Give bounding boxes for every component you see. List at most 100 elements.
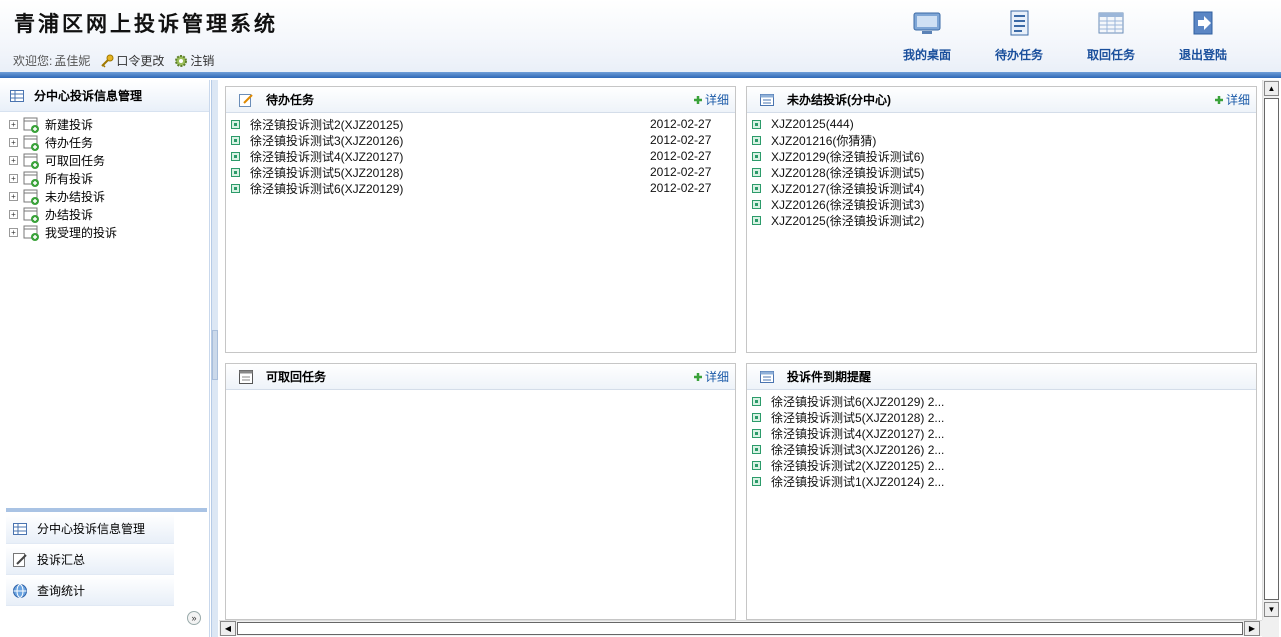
item-text: 徐泾镇投诉测试3(XJZ20126): [250, 133, 404, 148]
panel-due-reminders: 投诉件到期提醒 徐泾镇投诉测试6(XJZ20129) 2... 徐泾镇投诉测试5…: [746, 363, 1257, 620]
splitter-grip[interactable]: [212, 330, 218, 380]
tree-item-new-complaint[interactable]: + 新建投诉: [0, 115, 209, 133]
vertical-splitter[interactable]: [211, 80, 218, 637]
bullet-icon: [752, 428, 761, 438]
panel-list: 徐泾镇投诉测试6(XJZ20129) 2... 徐泾镇投诉测试5(XJZ2012…: [747, 390, 1256, 489]
item-text: XJZ20128(徐泾镇投诉测试5): [771, 165, 925, 180]
calendar-add-icon: [23, 189, 39, 205]
bullet-icon: [231, 151, 240, 161]
scroll-thumb[interactable]: [1264, 98, 1279, 600]
bullet-icon: [231, 167, 240, 177]
expand-icon[interactable]: +: [9, 173, 18, 183]
expand-icon[interactable]: +: [9, 191, 18, 201]
tree-item-retrievable-tasks[interactable]: + 可取回任务: [0, 151, 209, 169]
section-complaint-management[interactable]: 分中心投诉信息管理: [6, 514, 174, 544]
list-item[interactable]: 徐泾镇投诉测试4(XJZ20127) 2...: [752, 425, 1251, 441]
desktop-panels: 待办任务 详细 徐泾镇投诉测试2(XJZ20125) 2012-02-27 徐泾…: [219, 80, 1262, 620]
horizontal-scrollbar[interactable]: ◀ ▶: [219, 620, 1262, 636]
list-item[interactable]: 徐泾镇投诉测试3(XJZ20126) 2012-02-27: [231, 132, 730, 148]
scroll-up-button[interactable]: ▲: [1264, 81, 1279, 96]
scrollbar-corner: [1262, 620, 1279, 637]
key-icon: [101, 54, 114, 68]
list-item[interactable]: 徐泾镇投诉测试4(XJZ20127) 2012-02-27: [231, 148, 730, 164]
scroll-left-button[interactable]: ◀: [220, 621, 236, 636]
nav-my-desktop[interactable]: 我的桌面: [881, 10, 973, 63]
nav-retrieve-tasks[interactable]: 取回任务: [1065, 10, 1157, 63]
header-stripe: [0, 72, 1281, 78]
tree-item-unfinished[interactable]: + 未办结投诉: [0, 187, 209, 205]
list-item[interactable]: XJZ201216(你猜猜): [752, 132, 1251, 148]
item-text: 徐泾镇投诉测试5(XJZ20128): [250, 165, 404, 180]
panel-title: 可取回任务: [266, 370, 327, 384]
panel-header: 可取回任务 详细: [226, 364, 735, 390]
sidebar: 分中心投诉信息管理 + 新建投诉 + 待办任务 + 可取回任务 + 所有投诉 +…: [0, 80, 210, 637]
tree-item-finished[interactable]: + 办结投诉: [0, 205, 209, 223]
item-date: 2012-02-27: [650, 133, 712, 147]
section-query-statistics[interactable]: 查询统计: [6, 576, 174, 606]
item-text: 徐泾镇投诉测试5(XJZ20128) 2...: [771, 410, 945, 425]
change-password-label: 口令更改: [116, 54, 165, 68]
change-password-link[interactable]: 口令更改: [100, 52, 164, 69]
tree-item-todo-tasks[interactable]: + 待办任务: [0, 133, 209, 151]
list-item[interactable]: 徐泾镇投诉测试1(XJZ20124) 2...: [752, 473, 1251, 489]
panel-list: XJZ20125(444) XJZ201216(你猜猜) XJZ20129(徐泾…: [747, 113, 1256, 228]
scroll-thumb[interactable]: [237, 622, 1243, 635]
calendar-add-icon: [23, 117, 39, 133]
panel-header: 投诉件到期提醒: [747, 364, 1256, 390]
item-text: 徐泾镇投诉测试2(XJZ20125) 2...: [771, 458, 945, 473]
panel-todo-tasks: 待办任务 详细 徐泾镇投诉测试2(XJZ20125) 2012-02-27 徐泾…: [225, 86, 736, 353]
details-link[interactable]: 详细: [693, 368, 729, 385]
details-link[interactable]: 详细: [693, 91, 729, 108]
expand-icon[interactable]: +: [9, 155, 18, 165]
list-item[interactable]: XJZ20128(徐泾镇投诉测试5): [752, 164, 1251, 180]
top-nav: 我的桌面 待办任务 取回任务 退出登陆: [881, 10, 1249, 63]
panel-title: 未办结投诉(分中心): [787, 93, 891, 107]
list-item[interactable]: XJZ20127(徐泾镇投诉测试4): [752, 180, 1251, 196]
plus-icon: [693, 95, 702, 104]
tree-item-all-complaints[interactable]: + 所有投诉: [0, 169, 209, 187]
list-item[interactable]: 徐泾镇投诉测试6(XJZ20129) 2012-02-27: [231, 180, 730, 196]
vertical-scrollbar[interactable]: ▲ ▼: [1262, 80, 1279, 620]
list-item[interactable]: 徐泾镇投诉测试2(XJZ20125) 2012-02-27: [231, 116, 730, 132]
list-item[interactable]: 徐泾镇投诉测试5(XJZ20128) 2...: [752, 409, 1251, 425]
tree-item-my-accepted[interactable]: + 我受理的投诉: [0, 223, 209, 241]
tree-item-label: 我受理的投诉: [45, 225, 118, 240]
nav-exit-login[interactable]: 退出登陆: [1157, 10, 1249, 63]
list-item[interactable]: 徐泾镇投诉测试6(XJZ20129) 2...: [752, 393, 1251, 409]
expand-icon[interactable]: +: [9, 209, 18, 219]
bullet-icon: [752, 151, 761, 161]
globe-icon: [13, 583, 27, 598]
list-item[interactable]: XJZ20125(444): [752, 116, 1251, 132]
details-link[interactable]: 详细: [1214, 91, 1250, 108]
scroll-right-button[interactable]: ▶: [1244, 621, 1260, 636]
scroll-down-button[interactable]: ▼: [1264, 602, 1279, 617]
collapse-sidebar-button[interactable]: »: [187, 611, 201, 625]
section-label: 投诉汇总: [37, 553, 86, 567]
nav-label: 退出登陆: [1178, 48, 1227, 62]
expand-icon[interactable]: +: [9, 227, 18, 237]
edit-document-icon: [239, 93, 253, 107]
section-complaint-summary[interactable]: 投诉汇总: [6, 545, 174, 575]
expand-icon[interactable]: +: [9, 119, 18, 129]
list-item[interactable]: XJZ20125(徐泾镇投诉测试2): [752, 212, 1251, 228]
bullet-icon: [752, 412, 761, 422]
sidebar-splitter[interactable]: [6, 508, 207, 512]
calendar-add-icon: [23, 207, 39, 223]
list-window-icon: [760, 93, 774, 106]
expand-icon[interactable]: +: [9, 137, 18, 147]
nav-label: 我的桌面: [902, 48, 951, 62]
logout-link[interactable]: 注销: [174, 52, 214, 69]
bullet-icon: [752, 460, 761, 470]
sidebar-heading[interactable]: 分中心投诉信息管理: [0, 80, 209, 112]
nav-todo-tasks[interactable]: 待办任务: [973, 10, 1065, 63]
list-item[interactable]: 徐泾镇投诉测试3(XJZ20126) 2...: [752, 441, 1251, 457]
list-item[interactable]: 徐泾镇投诉测试5(XJZ20128) 2012-02-27: [231, 164, 730, 180]
bullet-icon: [752, 396, 761, 406]
bullet-icon: [752, 476, 761, 486]
list-item[interactable]: XJZ20126(徐泾镇投诉测试3): [752, 196, 1251, 212]
list-item[interactable]: XJZ20129(徐泾镇投诉测试6): [752, 148, 1251, 164]
nav-label: 取回任务: [1086, 48, 1135, 62]
bullet-icon: [231, 119, 240, 129]
sidebar-tree: + 新建投诉 + 待办任务 + 可取回任务 + 所有投诉 + 未办结投诉 + 办…: [0, 112, 209, 241]
list-item[interactable]: 徐泾镇投诉测试2(XJZ20125) 2...: [752, 457, 1251, 473]
